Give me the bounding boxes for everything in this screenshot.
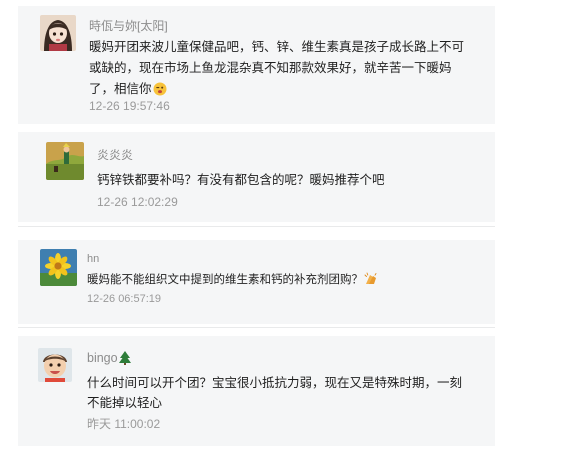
comment-text: 什么时间可以开个团？宝宝很小抵抗力弱，现在又是特殊时期，一刻不能掉以轻心 xyxy=(87,376,463,410)
divider xyxy=(18,226,495,227)
author-name[interactable]: bingo xyxy=(87,351,131,368)
author-name[interactable]: 時佤与妳[太阳] xyxy=(89,17,168,34)
comment-timestamp: 12-26 19:57:46 xyxy=(89,99,170,113)
avatar[interactable] xyxy=(40,249,77,286)
comment-timestamp: 12-26 12:02:29 xyxy=(97,195,178,209)
divider xyxy=(18,327,495,328)
comment-card: 時佤与妳[太阳] 暖妈开团来波儿童保健品吧，钙、锌、维生素真是孩子成长路上不可或… xyxy=(18,6,495,124)
comment-text-body: 暖妈开团来波儿童保健品吧，钙、锌、维生素真是孩子成长路上不可或缺的，现在市场上鱼… xyxy=(89,40,465,96)
author-name[interactable]: 炎炎炎 xyxy=(97,146,133,163)
christmas-tree-icon xyxy=(118,351,131,368)
comment-text: 暖妈开团来波儿童保健品吧，钙、锌、维生素真是孩子成长路上不可或缺的，现在市场上鱼… xyxy=(89,37,467,103)
author-name[interactable]: hn xyxy=(87,253,99,265)
comment-timestamp: 昨天 11:00:02 xyxy=(87,417,161,431)
avatar[interactable] xyxy=(38,348,72,382)
avatar[interactable] xyxy=(46,142,84,180)
author-name-text: bingo xyxy=(87,351,118,365)
comment-timestamp: 12-26 06:57:19 xyxy=(87,293,162,305)
comment-card: 炎炎炎 钙锌铁都要补吗？有没有都包含的呢？暖妈推荐个吧 12-26 12:02:… xyxy=(18,132,495,222)
avatar[interactable] xyxy=(40,15,76,51)
comment-text: 暖妈能不能组织文中提到的维生素和钙的补充剂团购？ xyxy=(87,271,477,293)
comment-card: hn 暖妈能不能组织文中提到的维生素和钙的补充剂团购？ 12-26 06:57:… xyxy=(18,240,495,324)
comment-text: 钙锌铁都要补吗？有没有都包含的呢？暖妈推荐个吧 xyxy=(97,173,385,187)
comment-text-body: 暖妈能不能组织文中提到的维生素和钙的补充剂团购？ xyxy=(87,274,363,286)
comment-card: bingo 什么时间可以开个团？宝宝很小抵抗力弱，现在又是特殊时期，一刻不能掉以… xyxy=(18,336,495,446)
clapping-hands-icon xyxy=(364,272,378,293)
